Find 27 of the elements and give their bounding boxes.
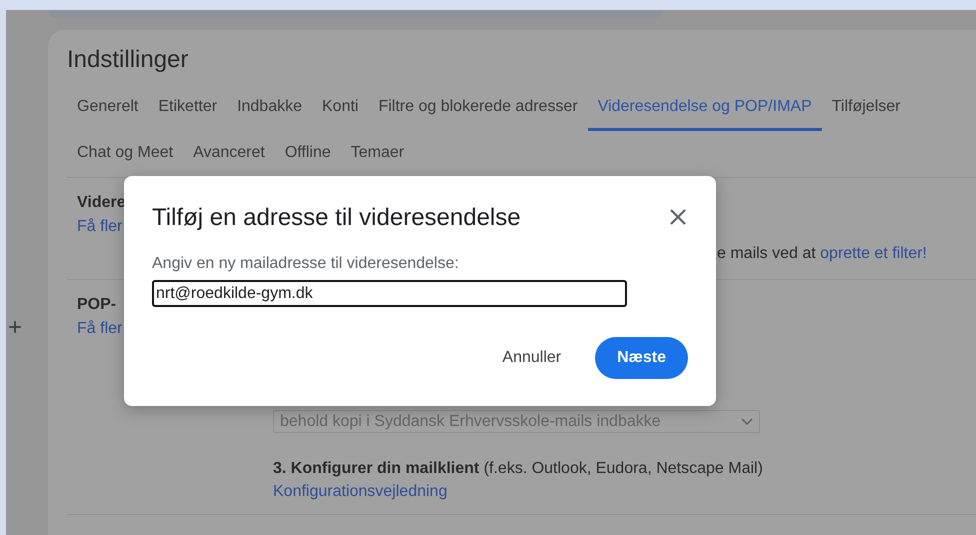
- settings-tab[interactable]: Konti: [312, 85, 368, 131]
- add-button[interactable]: +: [8, 316, 22, 340]
- settings-tab[interactable]: Offline: [274, 131, 341, 177]
- email-field[interactable]: nrt@roedkilde-gym.dk: [152, 280, 627, 307]
- next-button[interactable]: Næste: [595, 337, 688, 379]
- chevron-icon: [741, 418, 753, 426]
- section-heading: POP-: [77, 295, 116, 315]
- dialog-title: Tilføj en adresse til videresendelse: [152, 203, 521, 233]
- settings-tab[interactable]: Videresendelse og POP/IMAP: [588, 85, 822, 131]
- settings-tab[interactable]: Etiketter: [148, 85, 228, 131]
- field-label: Angiv en ny mailadresse til videresendelse:: [152, 254, 460, 274]
- settings-tab[interactable]: Filtre og blokerede adresser: [368, 85, 588, 131]
- section-heading: Videre: [77, 193, 126, 213]
- config-guide-link[interactable]: Konfigurationsvejledning: [273, 480, 448, 504]
- page-title: Indstillinger: [67, 45, 190, 75]
- learn-more-link[interactable]: Få fler: [77, 215, 122, 239]
- settings-tab[interactable]: Indbakke: [227, 85, 312, 131]
- settings-tab[interactable]: Temaer: [340, 131, 414, 177]
- settings-tab[interactable]: Chat og Meet: [67, 131, 184, 177]
- learn-more-link[interactable]: Få fler: [77, 317, 122, 341]
- settings-tab[interactable]: Generelt: [67, 85, 148, 131]
- settings-tab[interactable]: Tilføjelser: [822, 85, 910, 131]
- copy-select: behold kopi i Syddansk Erhvervsskole-mails indbakke: [273, 410, 760, 433]
- cancel-button[interactable]: Annuller: [476, 336, 588, 380]
- filter-link[interactable]: oprette et filter!: [820, 242, 927, 266]
- settings-tab[interactable]: Avanceret: [183, 131, 275, 177]
- step-text: 3. Konfigurer din mailklient (f.eks. Outlook, Eudora, Netscape Mail): [273, 459, 764, 479]
